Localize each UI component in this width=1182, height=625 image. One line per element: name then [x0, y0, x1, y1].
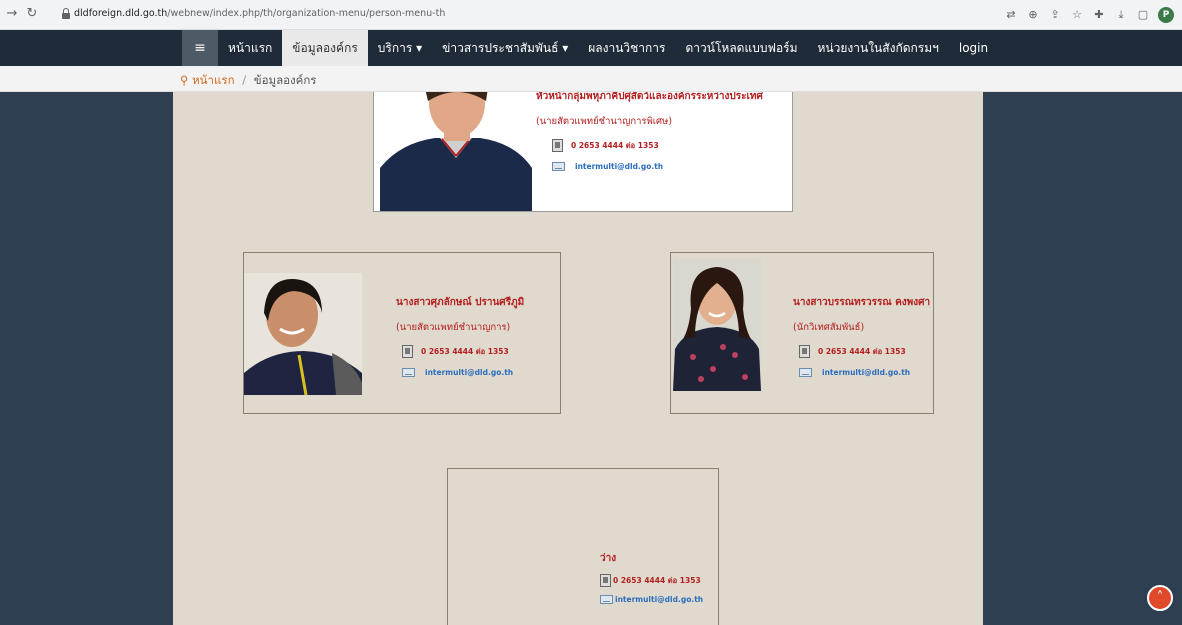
- nav-login[interactable]: login: [949, 30, 998, 66]
- bookmark-star-icon[interactable]: ☆: [1070, 8, 1084, 22]
- person-position: (นายสัตวแพทย์ชำนาญการพิเศษ): [536, 116, 673, 127]
- person-card: นางสาวศุภลักษณ์ ปรานศรีภูมิ (นายสัตวแพทย…: [243, 252, 561, 414]
- person-position: (นายสัตวแพทย์ชำนาญการ): [396, 322, 511, 333]
- breadcrumb-current: ข้อมูลองค์กร: [253, 73, 317, 87]
- nav-affiliated-units[interactable]: หน่วยงานในสังกัดกรมฯ: [808, 30, 949, 66]
- lock-icon: [62, 8, 70, 19]
- site-navbar: ≡ หน้าแรก ข้อมูลองค์กร บริการ ▾ ข่าวสารป…: [0, 30, 1182, 66]
- nav-services[interactable]: บริการ ▾: [368, 30, 432, 66]
- person-email[interactable]: intermulti@dld.go.th: [575, 162, 663, 171]
- person-email[interactable]: intermulti@dld.go.th: [822, 368, 910, 377]
- reload-icon[interactable]: ↻: [24, 6, 40, 22]
- person-name: หัวหน้ากลุ่มพหุภาคีปศุสัตว์และองค์กรระหว…: [536, 92, 763, 102]
- person-card: หัวหน้ากลุ่มพหุภาคีปศุสัตว์และองค์กรระหว…: [373, 92, 793, 212]
- address-bar[interactable]: dldforeign.dld.go.th/webnew/index.php/th…: [52, 4, 992, 26]
- phone-icon: [799, 345, 810, 358]
- nav-download-forms[interactable]: ดาวน์โหลดแบบฟอร์ม: [676, 30, 808, 66]
- person-card-vacant: ว่าง 0 2653 4444 ต่อ 1353 intermulti@dld…: [447, 468, 719, 625]
- url-text: dldforeign.dld.go.th/webnew/index.php/th…: [74, 8, 446, 19]
- scroll-to-top-button[interactable]: ˄: [1147, 585, 1173, 611]
- breadcrumb: ⚲ หน้าแรก / ข้อมูลองค์กร: [0, 66, 1182, 92]
- nav-news[interactable]: ข่าวสารประชาสัมพันธ์ ▾: [432, 30, 578, 66]
- phone-icon: [402, 345, 413, 358]
- person-position: (นักวิเทศสัมพันธ์): [793, 322, 865, 333]
- nav-academic-works[interactable]: ผลงานวิชาการ: [578, 30, 675, 66]
- person-email[interactable]: intermulti@dld.go.th: [615, 595, 703, 604]
- person-photo: [244, 273, 362, 395]
- phone-icon: [552, 139, 563, 152]
- breadcrumb-separator: /: [242, 73, 247, 87]
- phone-icon: [600, 574, 611, 587]
- hamburger-menu-icon[interactable]: ≡: [182, 30, 218, 66]
- breadcrumb-home-link[interactable]: หน้าแรก: [192, 73, 234, 87]
- person-card: นางสาวบรรณทรวรรณ คงพงศา (นักวิเทศสัมพันธ…: [670, 252, 934, 414]
- person-photo: [673, 259, 761, 391]
- person-phone: 0 2653 4444 ต่อ 1353: [571, 140, 659, 150]
- translate-icon[interactable]: ⇄: [1004, 8, 1018, 22]
- person-photo: [380, 92, 532, 211]
- email-icon: [799, 368, 812, 377]
- person-email[interactable]: intermulti@dld.go.th: [425, 368, 513, 377]
- chevron-up-icon: ˄: [1156, 590, 1164, 605]
- person-name: นางสาวศุภลักษณ์ ปรานศรีภูมิ: [396, 297, 525, 308]
- share-icon[interactable]: ⇪: [1048, 8, 1062, 22]
- email-icon: [600, 595, 613, 604]
- person-phone: 0 2653 4444 ต่อ 1353: [613, 575, 701, 585]
- side-panel-icon[interactable]: ▢: [1136, 8, 1150, 22]
- main-content: หัวหน้ากลุ่มพหุภาคีปศุสัตว์และองค์กรระหว…: [173, 92, 983, 625]
- person-phone: 0 2653 4444 ต่อ 1353: [421, 346, 509, 356]
- forward-arrow-icon[interactable]: →: [4, 6, 20, 22]
- nav-organization-info[interactable]: ข้อมูลองค์กร: [282, 30, 368, 66]
- email-icon: [402, 368, 415, 377]
- profile-avatar[interactable]: P: [1158, 7, 1174, 23]
- person-phone: 0 2653 4444 ต่อ 1353: [818, 346, 906, 356]
- zoom-icon[interactable]: ⊕: [1026, 8, 1040, 22]
- nav-home[interactable]: หน้าแรก: [218, 30, 282, 66]
- person-name: นางสาวบรรณทรวรรณ คงพงศา: [793, 297, 931, 308]
- person-name: ว่าง: [600, 553, 617, 564]
- email-icon: [552, 162, 565, 171]
- download-icon[interactable]: ⤓: [1114, 8, 1128, 22]
- location-pin-icon: ⚲: [180, 73, 189, 87]
- browser-toolbar: → ↻ dldforeign.dld.go.th/webnew/index.ph…: [0, 0, 1182, 30]
- extensions-puzzle-icon[interactable]: ✚: [1092, 8, 1106, 22]
